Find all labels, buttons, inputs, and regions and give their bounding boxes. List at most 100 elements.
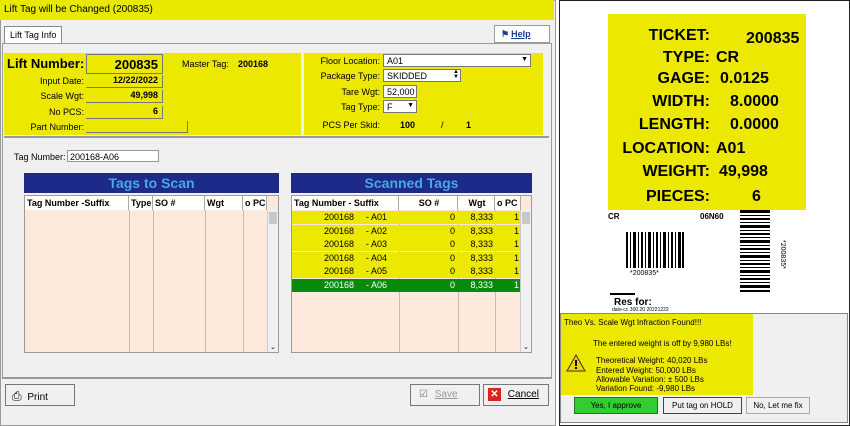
tab-lift-tag-info[interactable]: Lift Tag Info xyxy=(4,26,62,43)
type-label: TYPE: xyxy=(662,49,710,66)
table-row[interactable]: 200168 - A03 0 8,333 1 xyxy=(292,238,521,251)
cell-wgt: 8,333 xyxy=(470,279,493,290)
cell-so: 0 xyxy=(449,266,455,276)
length-value: 0.0000 xyxy=(730,116,779,133)
print-button[interactable]: ⎙ Print xyxy=(5,384,75,406)
scrollbar-thumb[interactable] xyxy=(522,212,530,224)
table-row[interactable]: 200168 - A04 0 8,333 1 xyxy=(292,251,521,265)
scale-wgt-field[interactable]: 49,998 xyxy=(86,90,163,103)
cell-tag: 200168 xyxy=(324,279,355,290)
ticket-value: 200835 xyxy=(746,30,800,47)
col-pc[interactable]: o PC xyxy=(495,196,521,210)
cell-suffix: - A04 xyxy=(366,252,388,263)
table-row[interactable]: 200168 - A06 0 8,333 1 xyxy=(292,278,521,292)
table-row[interactable]: 200168 - A05 0 8,333 1 xyxy=(292,265,521,278)
cell-tag: 200168 xyxy=(324,212,355,222)
package-type-select[interactable]: SKIDDED ▲ ▼ xyxy=(383,69,461,82)
cell-tag: 200168 xyxy=(324,239,355,249)
lift-number-label: Lift Number: xyxy=(7,56,85,71)
part-number-label: Part Number: xyxy=(30,122,84,132)
lift-number-field[interactable]: 200835 xyxy=(86,54,163,74)
col-tag-number-suffix[interactable]: Tag Number -Suffix xyxy=(25,196,129,210)
footer-divider xyxy=(2,378,552,379)
printer-icon: ⎙ xyxy=(12,389,22,403)
dialog-allowable-variation: Allowable Variation: ± 500 LBs xyxy=(596,375,704,384)
cell-pc: 1 xyxy=(513,239,519,249)
dialog-title: Theo Vs. Scale Wgt Infraction Found!!! xyxy=(564,318,702,327)
save-label: Save xyxy=(434,389,458,400)
cell-pc: 1 xyxy=(513,266,519,276)
input-date-field[interactable]: 12/22/2022 xyxy=(86,75,163,88)
col-type[interactable]: Type xyxy=(129,196,153,210)
scroll-down-icon[interactable]: ⌄ xyxy=(270,343,276,351)
ticket-label: TICKET: xyxy=(648,27,710,44)
header-divider xyxy=(4,136,549,138)
tags-to-scan-grid[interactable]: Tag Number -Suffix Type SO # Wgt o PC ⌄ xyxy=(24,195,279,353)
tare-wgt-field[interactable]: 52,000 xyxy=(383,85,417,98)
col-so[interactable]: SO # xyxy=(153,196,205,210)
cell-so: 0 xyxy=(449,252,455,263)
location-label: LOCATION: xyxy=(622,140,710,157)
gage-label: GAGE: xyxy=(657,70,710,87)
cell-wgt: 8,333 xyxy=(470,252,493,263)
cell-tag: 200168 xyxy=(324,225,355,236)
hold-button[interactable]: Put tag on HOLD xyxy=(663,397,742,414)
tag-number-input[interactable]: 200168-A06 xyxy=(67,150,159,162)
scanned-tags-grid[interactable]: Tag Number - Suffix SO # Wgt o PC 200168… xyxy=(291,195,532,353)
dialog-variation-found: Variation Found: -9,980 LBs xyxy=(596,384,696,393)
cell-pc: 1 xyxy=(513,212,519,222)
dialog-entered-weight: Entered Weight: 50,000 LBs xyxy=(596,366,696,375)
col-so[interactable]: SO # xyxy=(399,196,458,210)
floor-location-label: Floor Location: xyxy=(320,56,380,66)
col-pc[interactable]: o PC xyxy=(243,196,267,210)
print-label: Print xyxy=(27,392,48,403)
type-value: CR xyxy=(716,49,740,66)
cell-so: 0 xyxy=(449,212,455,222)
col-tag-number-suffix[interactable]: Tag Number - Suffix xyxy=(292,196,399,210)
dialog-message: The entered weight is off by 9,980 LBs! xyxy=(593,339,732,348)
no-pcs-field[interactable]: 6 xyxy=(86,106,163,119)
pieces-label: PIECES: xyxy=(645,188,710,205)
package-type-label: Package Type: xyxy=(320,71,380,81)
grid-line xyxy=(153,210,154,352)
pcs-per-skid-count: 1 xyxy=(466,120,472,130)
cancel-button[interactable]: ✕ Cancel xyxy=(483,384,549,406)
help-book-icon: ⚑ xyxy=(501,29,510,39)
tag-number-label: Tag Number: xyxy=(14,152,66,162)
part-number-field[interactable] xyxy=(86,121,188,133)
floor-location-select[interactable]: A01 ▼ xyxy=(383,54,531,67)
cell-so: 0 xyxy=(449,225,455,236)
pcs-per-skid-label: PCS Per Skid: xyxy=(322,120,380,130)
cell-pc: 1 xyxy=(513,252,519,263)
cell-suffix: - A05 xyxy=(366,266,388,276)
scanned-tags-scrollbar[interactable]: ⌄ xyxy=(520,210,531,352)
save-button[interactable]: ☑ Save xyxy=(410,384,480,406)
cell-pc: 1 xyxy=(513,279,519,290)
grid-line xyxy=(129,210,130,352)
scroll-down-icon[interactable]: ⌄ xyxy=(523,343,529,351)
fix-button[interactable]: No, Let me fix xyxy=(746,397,810,414)
col-wgt[interactable]: Wgt xyxy=(458,196,495,210)
tag-type-select[interactable]: F ▼ xyxy=(383,100,417,113)
approve-button[interactable]: Yes, I approve xyxy=(574,397,658,414)
weight-value: 49,998 xyxy=(719,163,768,180)
width-value: 8.0000 xyxy=(730,93,779,110)
cancel-x-icon: ✕ xyxy=(488,388,501,401)
table-row[interactable]: 200168 - A02 0 8,333 1 xyxy=(292,224,521,238)
ticket-barcode-vertical xyxy=(740,210,770,292)
floor-location-value: A01 xyxy=(387,56,404,66)
col-wgt[interactable]: Wgt xyxy=(205,196,243,210)
ticket-rule xyxy=(610,293,635,295)
table-row[interactable]: 200168 - A01 0 8,333 1 xyxy=(292,211,521,224)
package-type-value: SKIDDED xyxy=(387,71,428,81)
scrollbar-thumb[interactable] xyxy=(269,212,277,224)
cell-tag: 200168 xyxy=(324,266,355,276)
grid-line xyxy=(205,210,206,352)
ticket-06n60-code: 06N60 xyxy=(700,212,724,221)
tag-type-value: F xyxy=(387,102,393,112)
master-tag-value: 200168 xyxy=(238,59,269,69)
tags-to-scan-scrollbar[interactable]: ⌄ xyxy=(267,210,278,352)
help-button[interactable]: ⚑ Help xyxy=(494,25,550,43)
ticket-barcode-vertical-text: *200835* xyxy=(779,240,786,269)
pieces-value: 6 xyxy=(752,188,761,205)
